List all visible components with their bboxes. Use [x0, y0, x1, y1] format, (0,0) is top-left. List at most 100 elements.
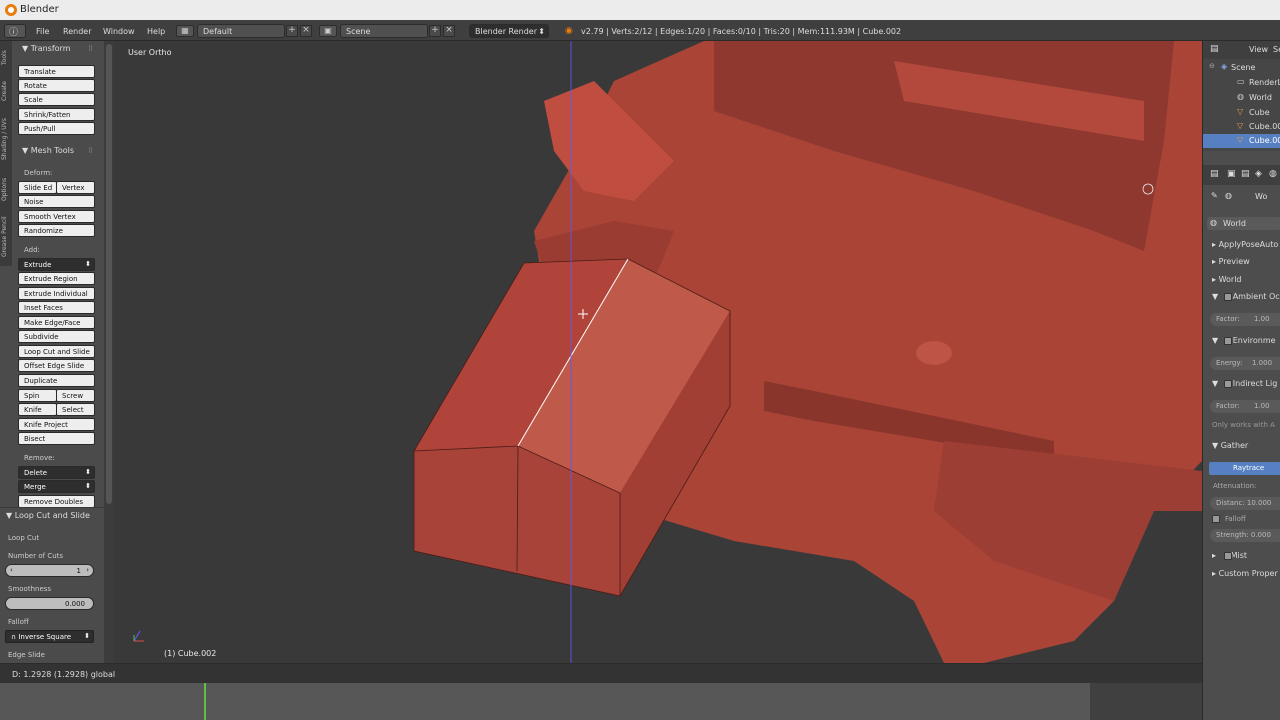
- render-layer-icon: ▭: [1237, 77, 1245, 86]
- screw-button[interactable]: Screw: [56, 389, 95, 402]
- smoothness-field[interactable]: 0.000: [5, 597, 94, 610]
- outliner-type-icon[interactable]: ▤: [1210, 44, 1219, 54]
- mist-checkbox[interactable]: [1224, 552, 1232, 560]
- falloff-checkbox[interactable]: [1212, 515, 1220, 523]
- falloff-select[interactable]: ∩ Inverse Square ⬍: [5, 630, 94, 643]
- indirect-light-checkbox[interactable]: [1224, 380, 1232, 388]
- world-datablock-field[interactable]: ◍ World: [1207, 217, 1280, 230]
- tab-create[interactable]: Create: [1, 75, 11, 107]
- world-tab-icon[interactable]: ◍: [1269, 169, 1277, 179]
- layout-add-icon[interactable]: +: [286, 25, 298, 37]
- editor-type-icon[interactable]: ⓘ: [4, 24, 26, 38]
- 3d-viewport[interactable]: User Ortho (1) Cube.002: [114, 41, 1202, 663]
- layers-tab-icon[interactable]: ▤: [1241, 169, 1250, 179]
- transform-header[interactable]: ▼ Transform: [22, 44, 71, 53]
- ao-factor-value: 1.00: [1254, 315, 1270, 323]
- current-frame-marker[interactable]: [204, 683, 206, 720]
- noise-button[interactable]: Noise: [18, 195, 95, 208]
- drag-handle-icon[interactable]: ⠿: [88, 147, 93, 155]
- tab-options[interactable]: Options: [1, 171, 11, 207]
- outliner-item-cube[interactable]: Cube: [1249, 108, 1270, 117]
- loop-cut-button[interactable]: Loop Cut and Slide: [18, 345, 95, 358]
- layout-icon[interactable]: ▦: [176, 25, 194, 37]
- panel-indirect-light[interactable]: ▼ Indirect Lig: [1212, 379, 1277, 388]
- offset-edge-slide-button[interactable]: Offset Edge Slide: [18, 359, 95, 372]
- panel-applypose[interactable]: ▸ ApplyPoseAuto: [1212, 240, 1278, 249]
- bisect-button[interactable]: Bisect: [18, 432, 95, 445]
- operator-header[interactable]: ▼ Loop Cut and Slide: [6, 511, 90, 520]
- render-tab-icon[interactable]: ▣: [1227, 169, 1236, 179]
- extrude-menu[interactable]: Extrude: [18, 258, 95, 271]
- rotate-button[interactable]: Rotate: [18, 79, 95, 92]
- panel-environment[interactable]: ▼ Environme: [1212, 336, 1276, 345]
- mesh-tools-header[interactable]: ▼ Mesh Tools: [22, 146, 74, 155]
- outliner-view-menu[interactable]: View: [1249, 45, 1268, 54]
- knife-project-button[interactable]: Knife Project: [18, 418, 95, 431]
- slide-edge-button[interactable]: Slide Ed: [18, 181, 57, 194]
- scene-field[interactable]: Scene: [340, 24, 428, 38]
- outliner-item-renderlayers[interactable]: RenderL: [1249, 78, 1280, 87]
- environment-checkbox[interactable]: [1224, 337, 1232, 345]
- extrude-individual-button[interactable]: Extrude Individual: [18, 287, 95, 300]
- panel-gather[interactable]: ▼ Gather: [1212, 441, 1248, 450]
- inset-faces-button[interactable]: Inset Faces: [18, 301, 95, 314]
- il-factor-field[interactable]: Factor: 1.00: [1210, 400, 1280, 413]
- shrink-fatten-button[interactable]: Shrink/Fatten: [18, 108, 95, 121]
- menu-file[interactable]: File: [36, 27, 49, 36]
- drag-handle-icon[interactable]: ⠿: [88, 45, 93, 53]
- panel-preview[interactable]: ▸ Preview: [1212, 257, 1250, 266]
- push-pull-button[interactable]: Push/Pull: [18, 122, 95, 135]
- randomize-button[interactable]: Randomize: [18, 224, 95, 237]
- menu-window[interactable]: Window: [103, 27, 135, 36]
- expand-icon[interactable]: ⊖: [1209, 62, 1215, 70]
- menu-help[interactable]: Help: [147, 27, 165, 36]
- slide-vertex-button[interactable]: Vertex: [56, 181, 95, 194]
- pin-icon[interactable]: ✎: [1211, 191, 1218, 200]
- scene-tab-icon[interactable]: ◈: [1255, 169, 1262, 179]
- outliner-item-cube002[interactable]: Cube.00: [1249, 136, 1280, 145]
- outliner-item-cube001[interactable]: Cube.00: [1249, 122, 1280, 131]
- layout-close-icon[interactable]: ×: [300, 25, 312, 37]
- number-of-cuts-field[interactable]: ‹ 1 ›: [5, 564, 94, 577]
- scene-close-icon[interactable]: ×: [443, 25, 455, 37]
- knife-button[interactable]: Knife: [18, 403, 57, 416]
- duplicate-button[interactable]: Duplicate: [18, 374, 95, 387]
- timeline-track[interactable]: [0, 683, 1090, 720]
- scene-add-icon[interactable]: +: [429, 25, 441, 37]
- tool-shelf-scrollbar[interactable]: [104, 41, 114, 663]
- timeline[interactable]: [0, 683, 1202, 720]
- spin-button[interactable]: Spin: [18, 389, 57, 402]
- distance-field[interactable]: Distanc: 10.000: [1210, 497, 1280, 510]
- translate-button[interactable]: Translate: [18, 65, 95, 78]
- knife-select-button[interactable]: Select: [56, 403, 95, 416]
- panel-world[interactable]: ▸ World: [1212, 275, 1242, 284]
- layout-field[interactable]: Default: [197, 24, 285, 38]
- panel-custom-properties[interactable]: ▸ Custom Proper: [1212, 569, 1278, 578]
- outliner-item-world[interactable]: World: [1249, 93, 1272, 102]
- merge-menu[interactable]: Merge: [18, 480, 95, 493]
- render-engine-select[interactable]: Blender Render ⬍: [469, 24, 549, 38]
- tab-shading-uvs[interactable]: Shading / UVs: [1, 111, 11, 167]
- decrement-icon[interactable]: ‹: [10, 566, 13, 574]
- properties-type-icon[interactable]: ▤: [1210, 169, 1219, 179]
- scale-button[interactable]: Scale: [18, 93, 95, 106]
- outliner-search-menu[interactable]: Se: [1273, 45, 1280, 54]
- tab-tools[interactable]: Tools: [1, 45, 11, 71]
- subdivide-button[interactable]: Subdivide: [18, 330, 95, 343]
- scrollbar-knob[interactable]: [106, 44, 112, 504]
- outliner-item-scene[interactable]: Scene: [1231, 63, 1255, 72]
- panel-ambient-occlusion[interactable]: ▼ Ambient Oc: [1212, 292, 1280, 301]
- menu-render[interactable]: Render: [63, 27, 91, 36]
- env-energy-field[interactable]: Energy: 1.000: [1210, 357, 1280, 370]
- smooth-vertex-button[interactable]: Smooth Vertex: [18, 210, 95, 223]
- ao-factor-field[interactable]: Factor: 1.00: [1210, 313, 1280, 326]
- scene-icon[interactable]: ▣: [319, 25, 337, 37]
- increment-icon[interactable]: ›: [86, 566, 89, 574]
- delete-menu[interactable]: Delete: [18, 466, 95, 479]
- tab-grease-pencil[interactable]: Grease Pencil: [1, 211, 11, 263]
- ambient-occlusion-checkbox[interactable]: [1224, 293, 1232, 301]
- strength-field[interactable]: Strength: 0.000: [1210, 529, 1280, 542]
- make-edge-face-button[interactable]: Make Edge/Face: [18, 316, 95, 329]
- extrude-region-button[interactable]: Extrude Region: [18, 272, 95, 285]
- raytrace-button[interactable]: Raytrace: [1209, 462, 1280, 475]
